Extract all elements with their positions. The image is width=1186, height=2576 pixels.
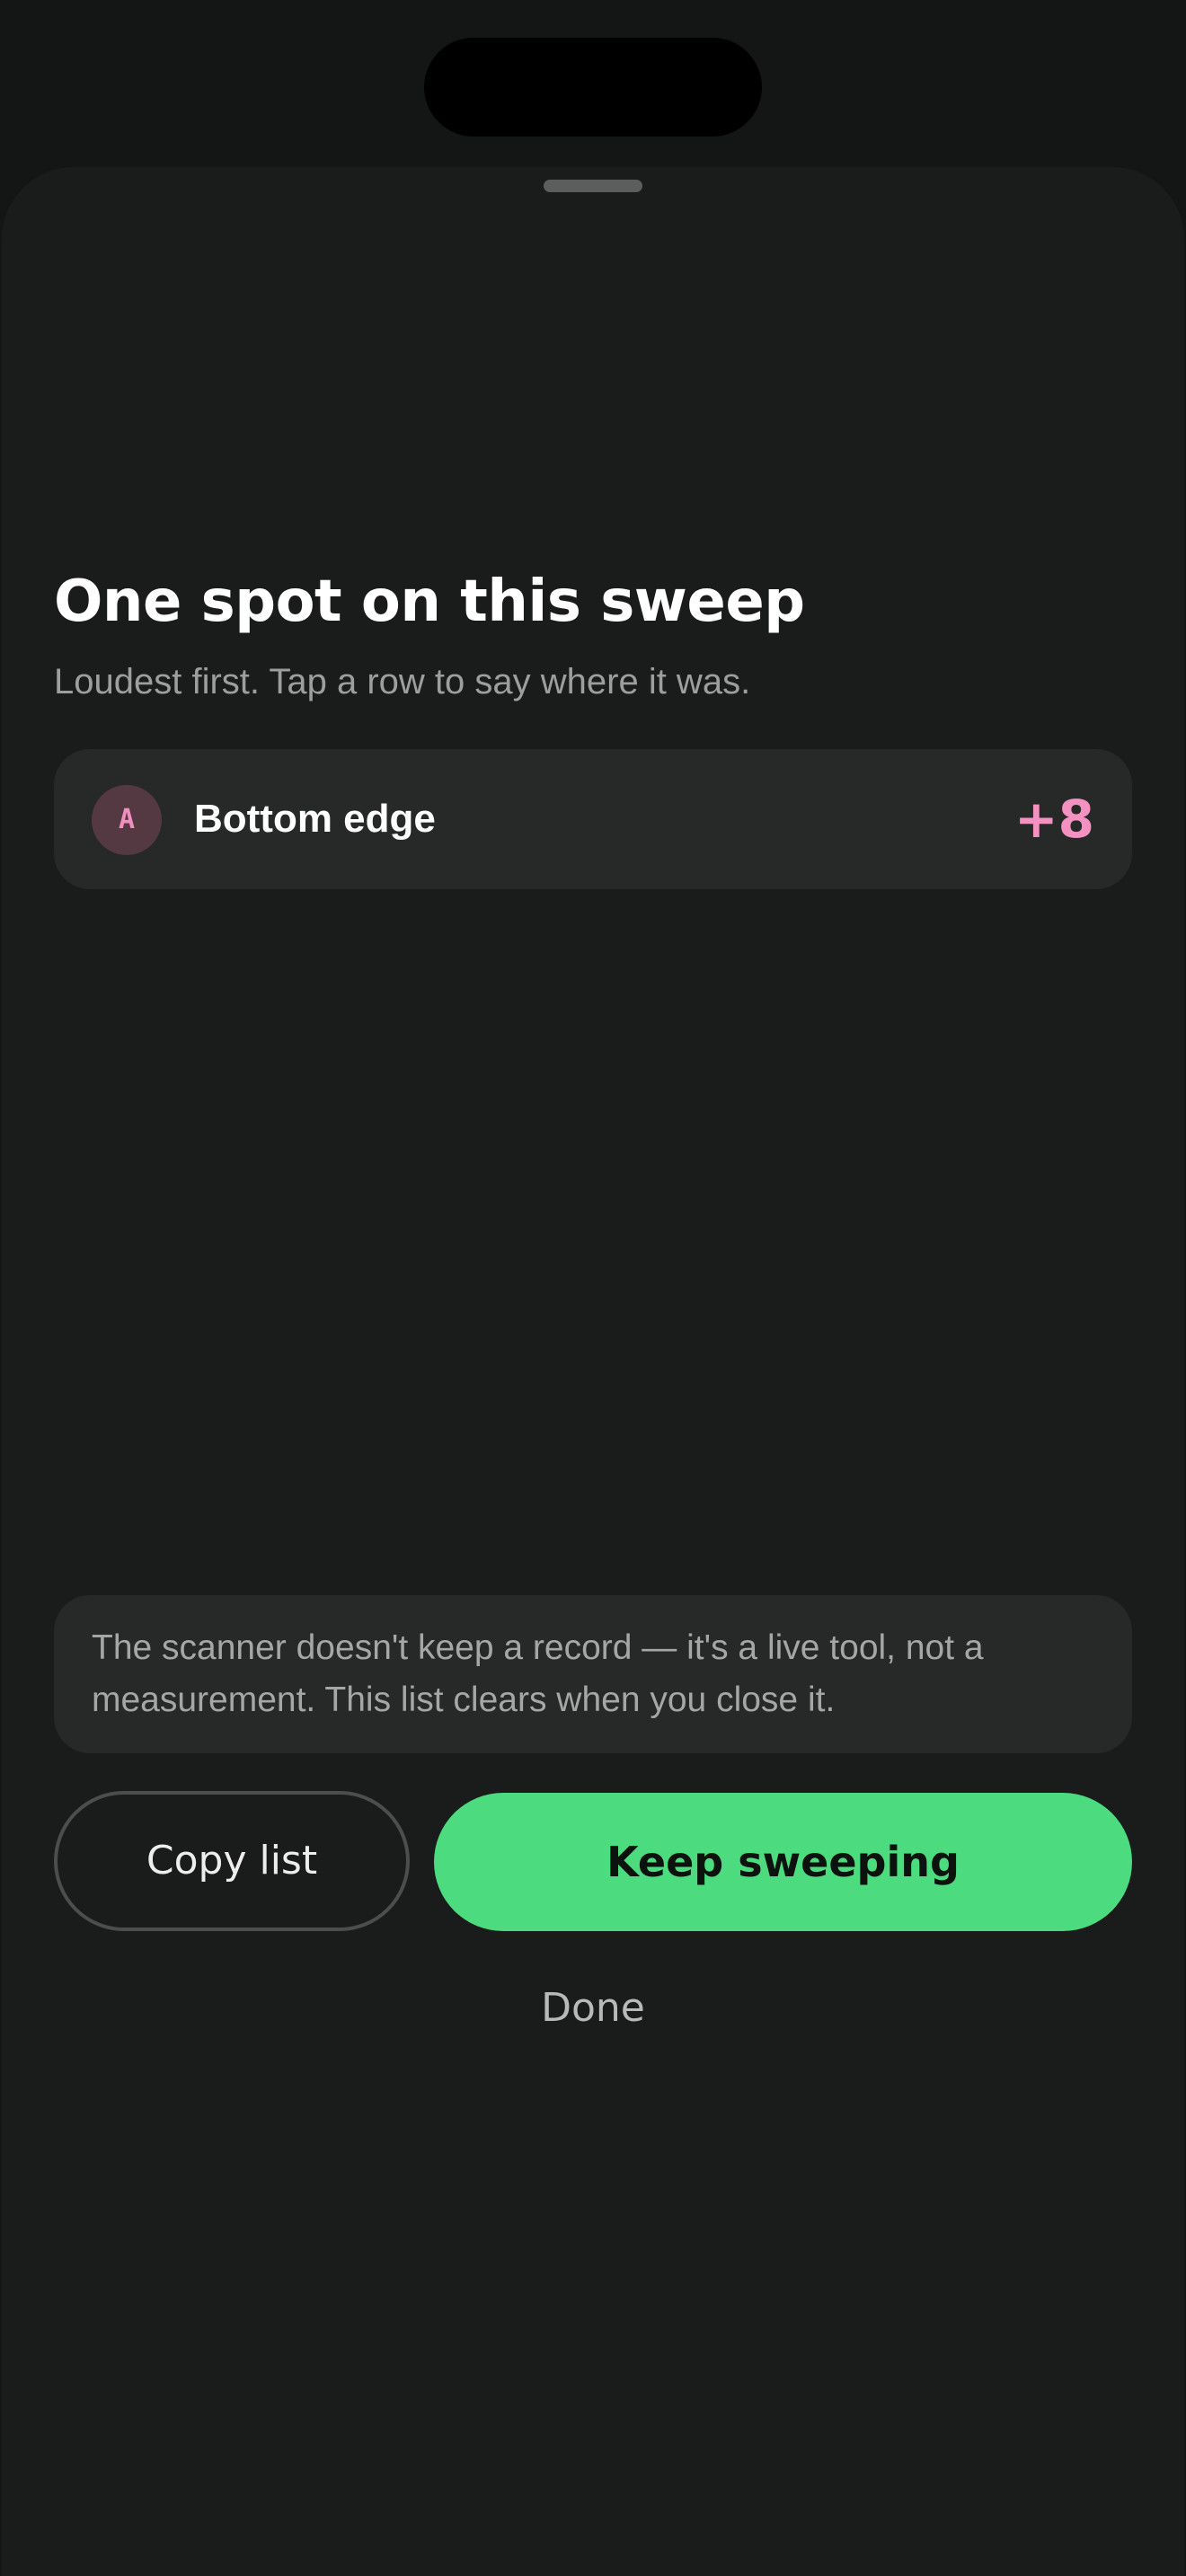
spot-value: +8 <box>1014 789 1094 850</box>
spot-badge: A <box>92 785 162 855</box>
keep-sweeping-button[interactable]: Keep sweeping <box>434 1793 1132 1931</box>
sheet-title: One spot on this sweep <box>54 569 805 635</box>
sheet-subtitle: Loudest first. Tap a row to say where it… <box>54 662 751 701</box>
dynamic-island <box>424 38 762 137</box>
scanner-notice: The scanner doesn't keep a record — it's… <box>54 1595 1132 1753</box>
bottom-sheet <box>2 167 1184 2576</box>
copy-list-button[interactable]: Copy list <box>54 1791 410 1931</box>
spot-label: Bottom edge <box>194 797 436 841</box>
grabber-handle-icon[interactable] <box>544 180 642 192</box>
done-button[interactable]: Done <box>503 1976 683 2041</box>
notice-text: The scanner doesn't keep a record — it's… <box>92 1628 984 1719</box>
spot-row-a[interactable]: A Bottom edge +8 <box>54 749 1132 889</box>
